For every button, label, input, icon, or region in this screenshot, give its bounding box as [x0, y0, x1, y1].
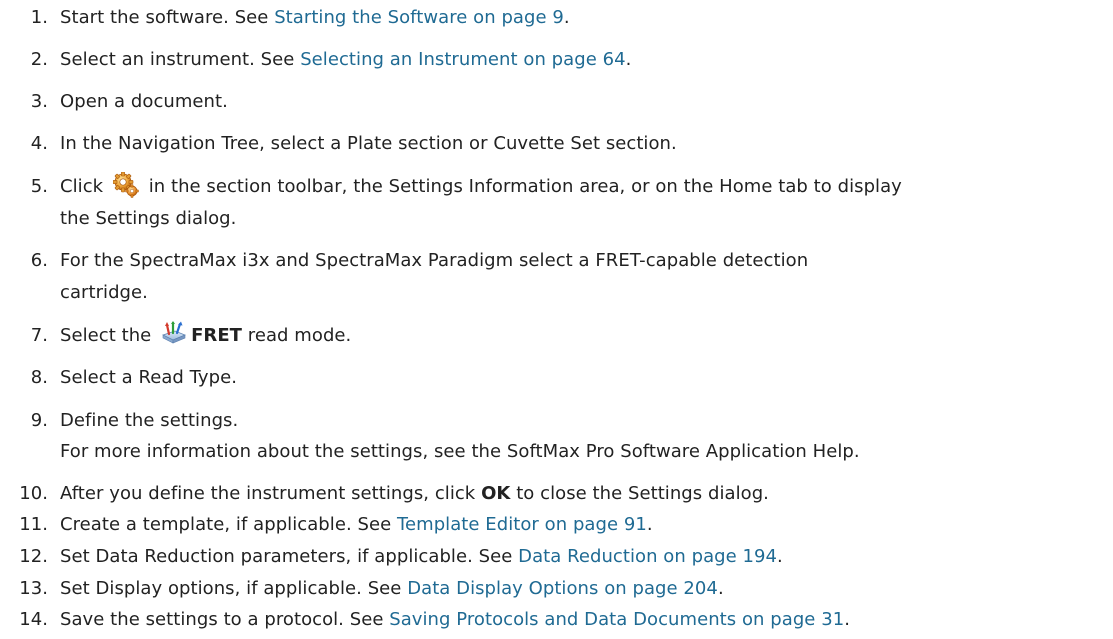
step-number: 14.: [19, 609, 48, 630]
step-number: 1.: [30, 7, 48, 28]
step-text: Set Data Reduction parameters, if applic…: [60, 546, 519, 567]
step-number: 11.: [19, 514, 48, 535]
step-number: 10.: [19, 483, 48, 504]
link-selecting-an-instrument[interactable]: Selecting an Instrument on page 64: [300, 49, 625, 70]
link-template-editor[interactable]: Template Editor on page 91: [397, 514, 647, 535]
fret-read-mode-icon: [161, 321, 187, 347]
step-number: 7.: [30, 325, 48, 346]
step-punct: .: [717, 578, 724, 599]
step-punct: .: [563, 7, 570, 28]
step-number: 13.: [19, 578, 48, 599]
step-text: Select the: [60, 325, 158, 346]
step-text: Create a template, if applicable. See: [60, 514, 397, 535]
fret-label: FRET: [191, 325, 243, 346]
step-number: 9.: [30, 410, 48, 431]
step-text: Define the settings.: [60, 410, 239, 431]
step-text: Set Display options, if applicable. See: [60, 578, 408, 599]
step-punct: .: [777, 546, 783, 567]
step-number: 12.: [19, 546, 48, 567]
step-text: Open a document.: [60, 91, 228, 112]
step-number: 4.: [30, 133, 48, 154]
step-text-cont: to close the Settings dialog.: [510, 483, 769, 504]
settings-gear-icon: [112, 171, 139, 198]
step-number: 2.: [30, 49, 48, 70]
step-text: For the SpectraMax i3x and SpectraMax Pa…: [60, 250, 809, 271]
step-number: 6.: [30, 250, 48, 271]
step-punct: .: [625, 49, 632, 70]
procedure-steps: 1. Start the software. See Starting the …: [0, 0, 1113, 639]
step-9-line2: For more information about the settings,…: [60, 441, 860, 462]
step-number: 3.: [30, 91, 48, 112]
link-saving-protocols[interactable]: Saving Protocols and Data Documents on p…: [389, 609, 844, 630]
link-starting-the-software[interactable]: Starting the Software on page 9: [274, 7, 564, 28]
step-text: Select an instrument. See: [60, 49, 301, 70]
step-text: Save the settings to a protocol. See: [60, 609, 390, 630]
step-punct: .: [646, 514, 653, 535]
step-5-line2: the Settings dialog.: [60, 208, 237, 229]
link-data-display-options[interactable]: Data Display Options on page 204: [407, 578, 718, 599]
step-text: In the Navigation Tree, select a Plate s…: [60, 133, 677, 154]
step-text-cont: read mode.: [242, 325, 352, 346]
step-punct: .: [844, 609, 850, 630]
step-text: Start the software. See: [60, 7, 275, 28]
ok-label: OK: [481, 483, 511, 504]
step-text-cont: in the section toolbar, the Settings Inf…: [142, 176, 902, 197]
step-text: After you define the instrument settings…: [60, 483, 482, 504]
step-text: Select a Read Type.: [60, 367, 237, 388]
step-number: 5.: [30, 176, 48, 197]
step-text: Click: [60, 176, 109, 197]
step-number: 8.: [30, 367, 48, 388]
step-6-line2: cartridge.: [60, 282, 148, 303]
link-data-reduction[interactable]: Data Reduction on page 194: [518, 546, 777, 567]
